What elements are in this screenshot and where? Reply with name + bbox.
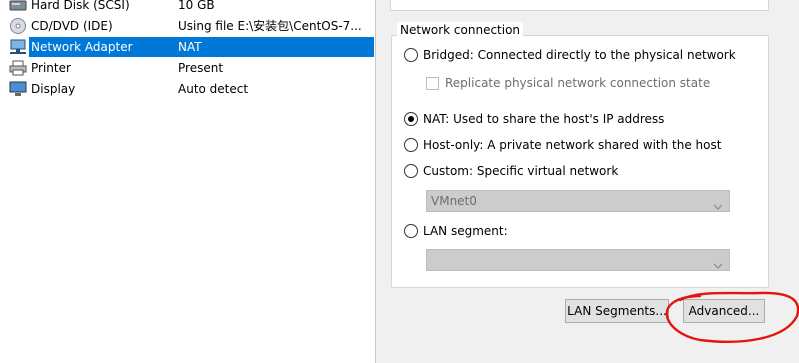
upper-group-box (390, 0, 769, 11)
host-only-radio[interactable] (404, 138, 418, 152)
device-list: Hard Disk (SCSI) 10 GB CD/DVD (IDE) Using f… (0, 0, 376, 363)
host-only-label: Host-only: A private network shared with… (423, 138, 722, 152)
lan-segments-button[interactable]: LAN Segments... (565, 299, 669, 323)
hard-disk-icon (7, 0, 29, 14)
replicate-state-checkbox[interactable] (426, 76, 439, 90)
device-name: CD/DVD (IDE) (31, 19, 113, 33)
device-name: Display (31, 82, 76, 96)
device-name: Printer (31, 61, 71, 75)
device-row-cd-dvd[interactable]: CD/DVD (IDE) Using file E:\安装包\CentOS-7..… (7, 16, 374, 36)
advanced-button[interactable]: Advanced... (683, 299, 765, 323)
printer-icon (7, 59, 29, 77)
device-name: Network Adapter (29, 37, 178, 57)
replicate-state-label: Replicate physical network connection st… (445, 76, 711, 90)
custom-network-value: VMnet0 (431, 194, 477, 208)
replicate-state-option[interactable]: Replicate physical network connection st… (426, 74, 710, 92)
custom-option[interactable]: Custom: Specific virtual network (404, 162, 618, 180)
display-icon (7, 80, 29, 98)
lan-segment-option[interactable]: LAN segment: (404, 222, 508, 240)
nat-radio[interactable] (404, 112, 418, 126)
nat-label: NAT: Used to share the host's IP address (423, 112, 665, 126)
device-row-display[interactable]: Display Auto detect (7, 79, 374, 99)
custom-network-select[interactable]: VMnet0 (426, 190, 730, 212)
lan-segment-select[interactable] (426, 249, 730, 271)
device-row-printer[interactable]: Printer Present (7, 58, 374, 78)
chevron-down-icon (713, 197, 723, 217)
custom-label: Custom: Specific virtual network (423, 164, 619, 178)
device-summary: Present (178, 61, 224, 75)
network-connection-title: Network connection (397, 22, 524, 38)
device-name: Hard Disk (SCSI) (31, 0, 130, 12)
lan-segment-label: LAN segment: (423, 224, 508, 238)
host-only-option[interactable]: Host-only: A private network shared with… (404, 136, 721, 154)
network-adapter-icon (7, 38, 29, 56)
device-row-hard-disk[interactable]: Hard Disk (SCSI) 10 GB (7, 0, 374, 15)
lan-segment-radio[interactable] (404, 224, 418, 238)
chevron-down-icon (713, 256, 723, 276)
bridged-radio[interactable] (404, 48, 418, 62)
device-summary: NAT (178, 37, 374, 57)
device-summary: Auto detect (178, 82, 249, 96)
cd-dvd-icon (7, 17, 29, 35)
custom-radio[interactable] (404, 164, 418, 178)
device-summary: Using file E:\安装包\CentOS-7... (178, 19, 362, 33)
device-summary: 10 GB (178, 0, 215, 12)
device-row-network-adapter[interactable]: Network Adapter NAT (7, 37, 374, 57)
nat-option[interactable]: NAT: Used to share the host's IP address (404, 110, 664, 128)
bridged-option[interactable]: Bridged: Connected directly to the physi… (404, 46, 736, 64)
bridged-label: Bridged: Connected directly to the physi… (423, 48, 736, 62)
